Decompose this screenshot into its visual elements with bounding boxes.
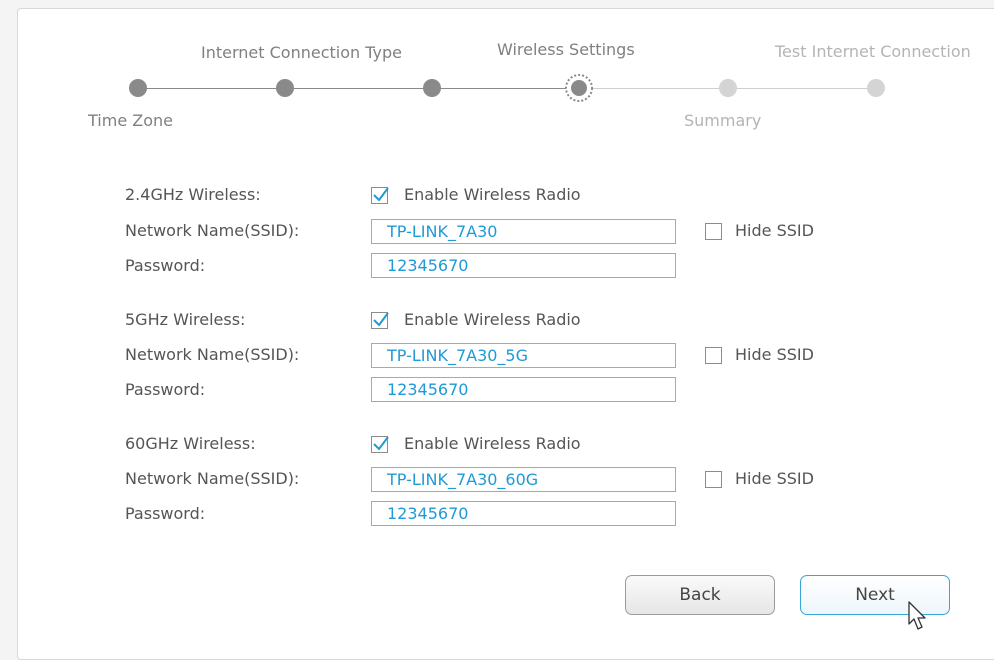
checkmark-icon — [373, 436, 389, 451]
checkmark-icon — [373, 187, 389, 202]
enable-radio-checkbox-5ghz[interactable] — [371, 312, 389, 329]
step-dot-wireless-settings-current — [563, 72, 595, 104]
step-dot-internet-connection-type — [276, 79, 294, 97]
enable-radio-label-2-4ghz: Enable Wireless Radio — [404, 185, 581, 204]
password-input-60ghz[interactable] — [371, 501, 676, 526]
enable-radio-checkbox-60ghz[interactable] — [371, 436, 389, 453]
step-label-time-zone: Time Zone — [88, 111, 173, 130]
step-label-wireless-settings: Wireless Settings — [497, 40, 635, 59]
password-input-5ghz[interactable] — [371, 377, 676, 402]
hide-ssid-label-60ghz: Hide SSID — [735, 469, 814, 488]
stepper-track-completed — [138, 88, 578, 89]
password-label-2-4ghz: Password: — [125, 256, 206, 275]
hide-ssid-label-5ghz: Hide SSID — [735, 345, 814, 364]
password-label-5ghz: Password: — [125, 380, 206, 399]
hide-ssid-checkbox-60ghz[interactable] — [705, 471, 722, 488]
step-dot-time-zone — [129, 79, 147, 97]
checkmark-icon — [373, 312, 389, 327]
wizard-panel — [17, 8, 994, 660]
ssid-label-60ghz: Network Name(SSID): — [125, 469, 300, 488]
hide-ssid-checkbox-5ghz[interactable] — [705, 347, 722, 364]
band-label-5ghz: 5GHz Wireless: — [125, 310, 246, 329]
ssid-input-2-4ghz[interactable] — [371, 219, 676, 244]
hide-ssid-label-2-4ghz: Hide SSID — [735, 221, 814, 240]
back-button[interactable]: Back — [625, 575, 775, 615]
ssid-label-2-4ghz: Network Name(SSID): — [125, 221, 300, 240]
enable-radio-label-5ghz: Enable Wireless Radio — [404, 310, 581, 329]
enable-radio-checkbox-2-4ghz[interactable] — [371, 187, 389, 204]
hide-ssid-checkbox-2-4ghz[interactable] — [705, 223, 722, 240]
ssid-input-5ghz[interactable] — [371, 343, 676, 368]
enable-radio-label-60ghz: Enable Wireless Radio — [404, 434, 581, 453]
band-label-60ghz: 60GHz Wireless: — [125, 434, 256, 453]
step-label-summary: Summary — [684, 111, 762, 130]
step-dot-test-internet-connection — [867, 79, 885, 97]
ssid-label-5ghz: Network Name(SSID): — [125, 345, 300, 364]
step-dot-summary — [719, 79, 737, 97]
step-label-internet-connection-type: Internet Connection Type — [201, 43, 402, 62]
band-label-2-4ghz: 2.4GHz Wireless: — [125, 185, 261, 204]
mouse-cursor-icon — [908, 601, 930, 635]
ssid-input-60ghz[interactable] — [371, 467, 676, 492]
step-dot-3 — [423, 79, 441, 97]
step-label-test-internet-connection: Test Internet Connection — [775, 42, 971, 61]
password-label-60ghz: Password: — [125, 504, 206, 523]
password-input-2-4ghz[interactable] — [371, 253, 676, 278]
